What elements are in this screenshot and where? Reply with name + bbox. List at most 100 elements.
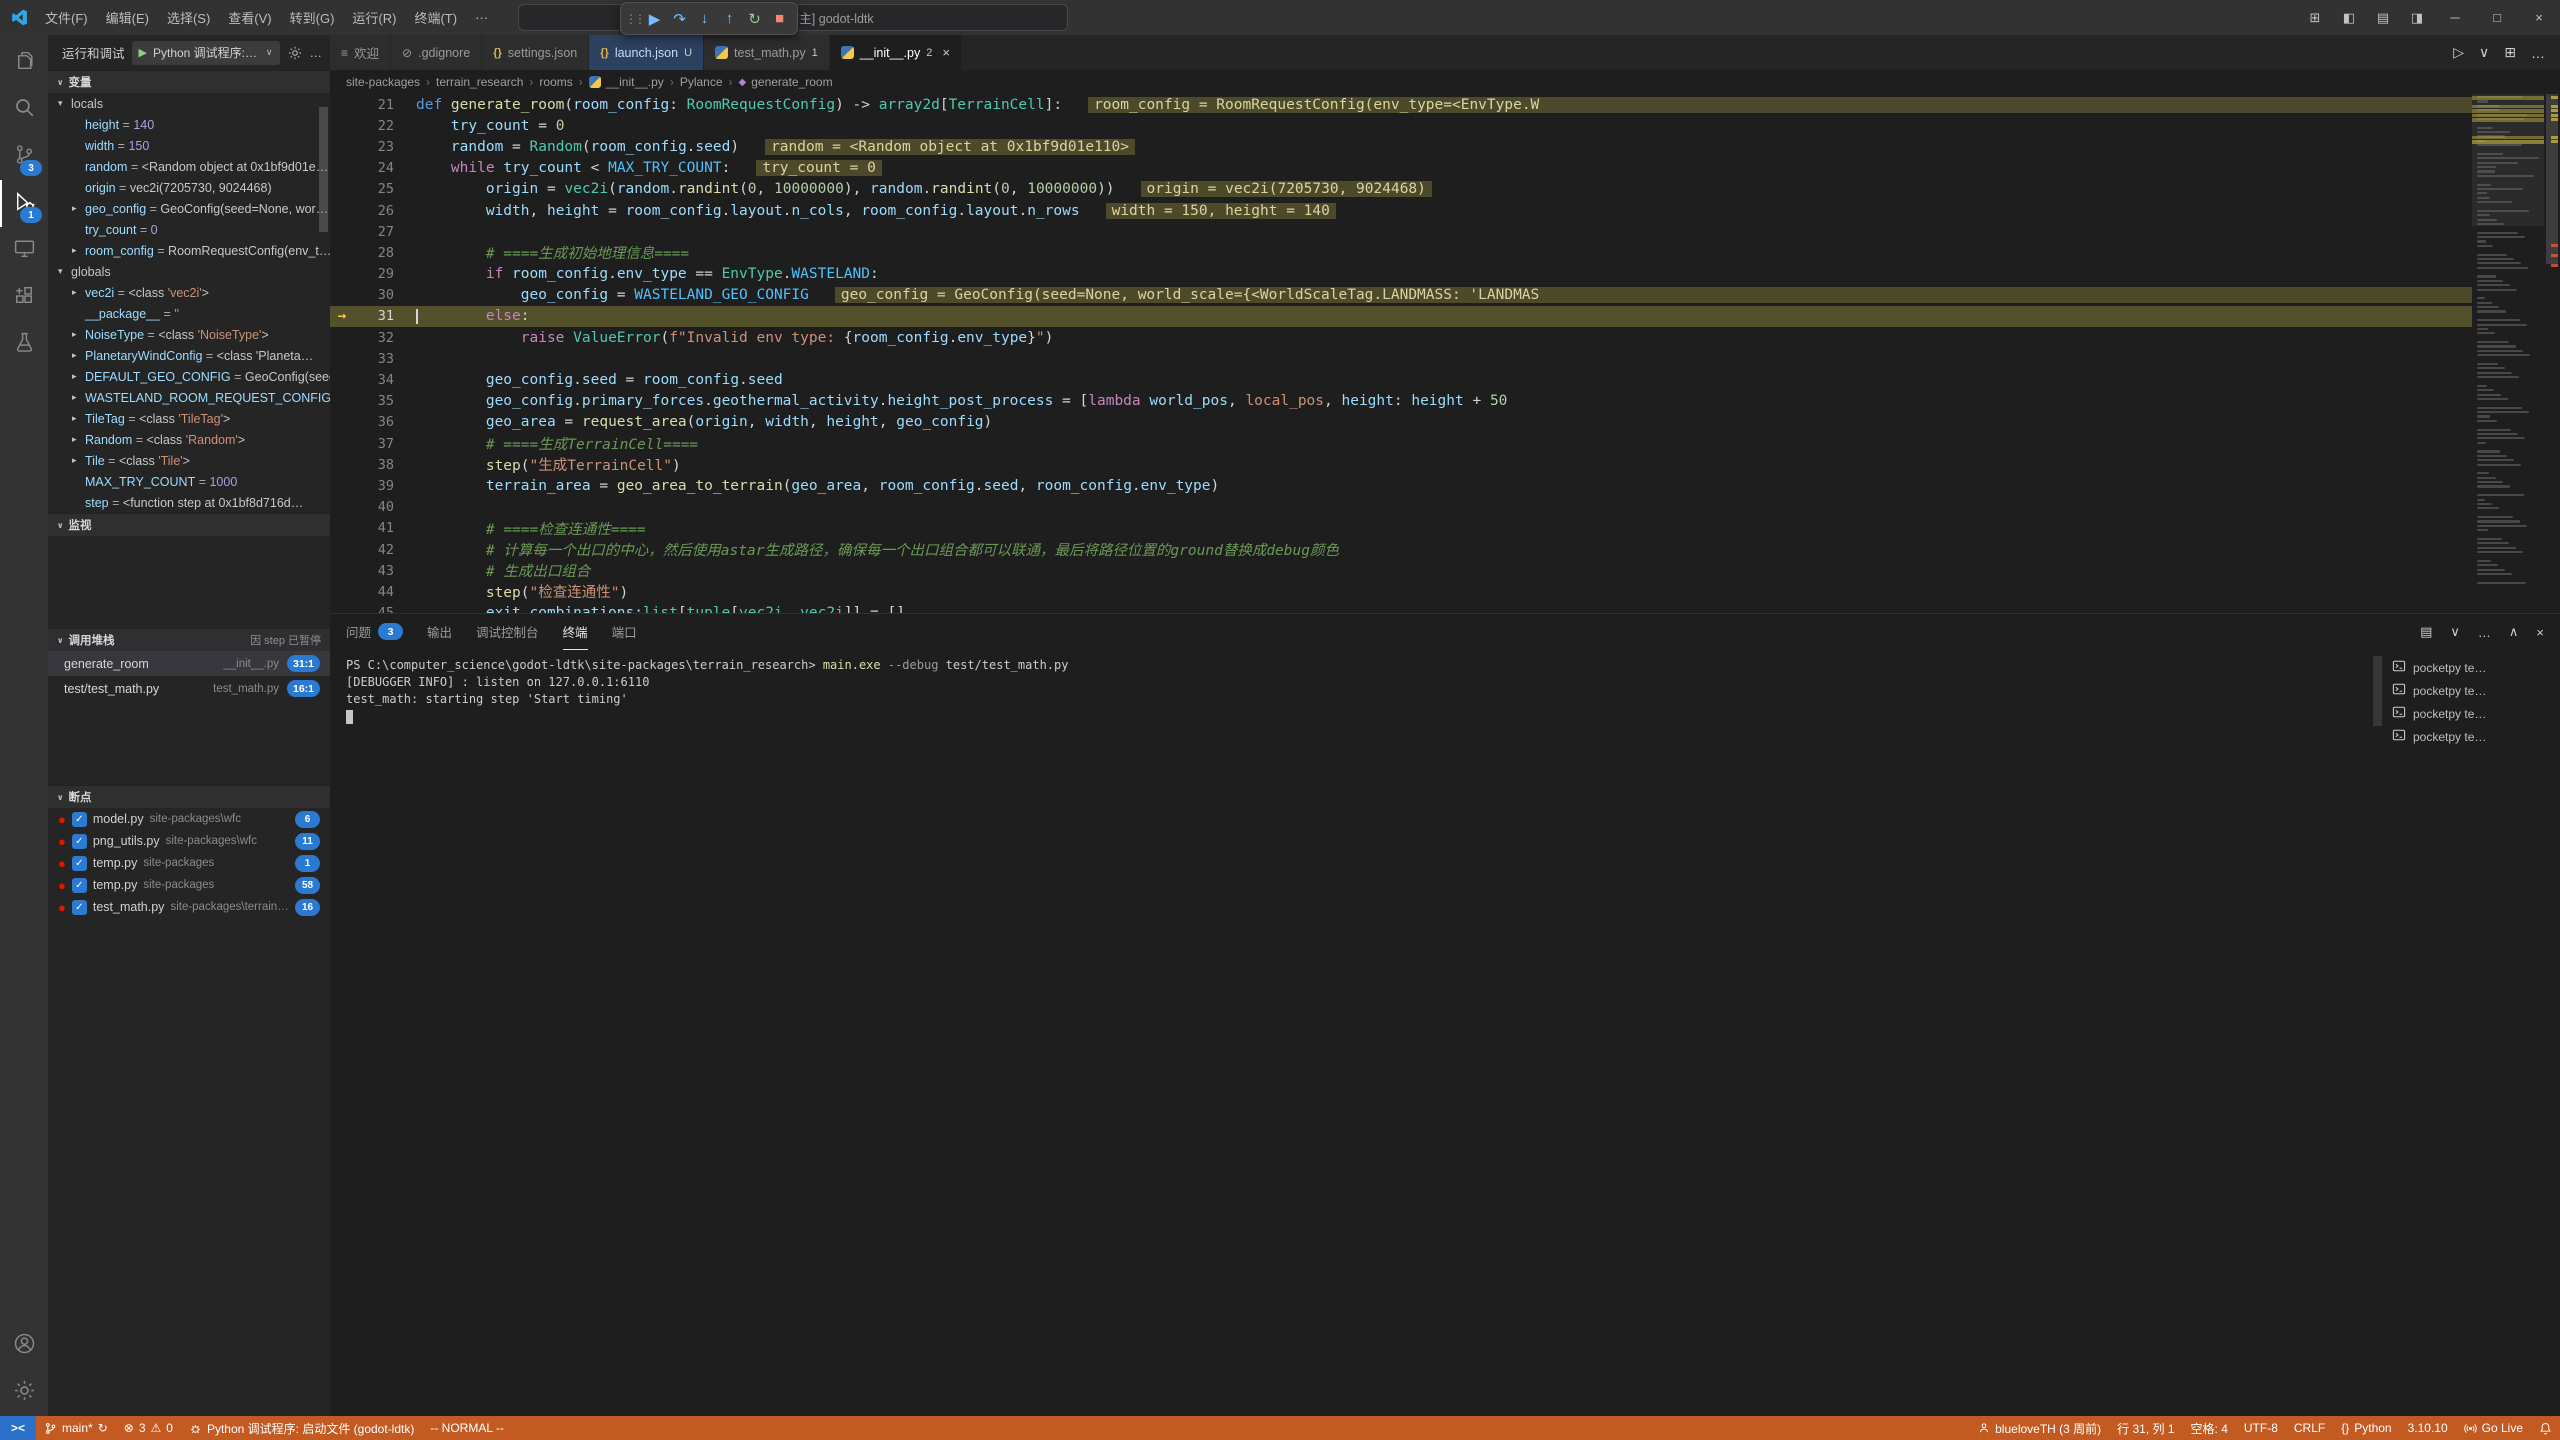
code-area[interactable]: 21def generate_room(room_config: RoomReq… bbox=[330, 94, 2472, 613]
overview-ruler[interactable] bbox=[2544, 94, 2560, 613]
go-live[interactable]: Go Live bbox=[2456, 1416, 2531, 1440]
breakpoint-row[interactable]: ●✓test_math.pysite-packages\terrain_res…… bbox=[48, 896, 330, 918]
panel-tab[interactable]: 终端 bbox=[563, 614, 588, 650]
breadcrumb-item[interactable]: site-packages bbox=[346, 75, 420, 89]
start-debugging-icon[interactable]: ▶ bbox=[139, 46, 147, 59]
eol[interactable]: CRLF bbox=[2286, 1416, 2333, 1440]
code-line[interactable]: 40 bbox=[330, 497, 2472, 518]
step-out-button[interactable]: ↑ bbox=[717, 6, 742, 31]
variable-row[interactable]: ▸geo_config = GeoConfig(seed=None, wor… bbox=[48, 198, 330, 219]
editor-tab[interactable]: {}settings.json bbox=[482, 35, 589, 70]
breakpoint-row[interactable]: ●✓png_utils.pysite-packages\wfc11 bbox=[48, 830, 330, 852]
menu-item[interactable]: ··· bbox=[466, 6, 497, 29]
variable-row[interactable]: origin = vec2i(7205730, 9024468) bbox=[48, 177, 330, 198]
step-into-button[interactable]: ↓ bbox=[692, 6, 717, 31]
code-line[interactable]: 36 geo_area = request_area(origin, width… bbox=[330, 412, 2472, 433]
debug-more-icon[interactable]: … bbox=[310, 46, 323, 60]
terminal-list-item[interactable]: pocketpy te… bbox=[2392, 702, 2544, 725]
code-line[interactable]: 38 step("生成TerrainCell") bbox=[330, 454, 2472, 475]
customize-layout-icon[interactable]: ⊞ bbox=[2298, 0, 2332, 35]
activity-remote-explorer[interactable] bbox=[0, 227, 48, 274]
code-line[interactable]: 32 raise ValueError(f"Invalid env type: … bbox=[330, 327, 2472, 348]
cursor-position[interactable]: 行 31, 列 1 bbox=[2109, 1416, 2182, 1440]
restart-button[interactable]: ↻ bbox=[742, 6, 767, 31]
breakpoint-checkbox[interactable]: ✓ bbox=[72, 812, 87, 827]
git-blame[interactable]: blueloveTH (3 周前) bbox=[1970, 1416, 2109, 1440]
menu-item[interactable]: 文件(F) bbox=[36, 4, 97, 31]
restore-button[interactable]: □ bbox=[2476, 0, 2518, 35]
vim-mode[interactable]: -- NORMAL -- bbox=[422, 1416, 512, 1440]
minimap[interactable] bbox=[2472, 94, 2544, 613]
editor-tab[interactable]: test_math.py1 bbox=[704, 35, 830, 70]
panel-more-button[interactable]: … bbox=[2478, 625, 2491, 640]
code-line[interactable]: 39 terrain_area = geo_area_to_terrain(ge… bbox=[330, 475, 2472, 496]
variable-row[interactable]: random = <Random object at 0x1bf9d01e… bbox=[48, 156, 330, 177]
breakpoints-section-header[interactable]: ∨断点 bbox=[48, 785, 330, 808]
code-line[interactable]: 35 geo_config.primary_forces.geothermal_… bbox=[330, 391, 2472, 412]
language-mode[interactable]: {}Python bbox=[2333, 1416, 2399, 1440]
variable-row[interactable]: ▸vec2i = <class 'vec2i'> bbox=[48, 282, 330, 303]
menu-item[interactable]: 运行(R) bbox=[343, 4, 405, 31]
notifications[interactable] bbox=[2531, 1416, 2560, 1440]
code-line[interactable]: 26 width, height = room_config.layout.n_… bbox=[330, 200, 2472, 221]
breakpoint-checkbox[interactable]: ✓ bbox=[72, 834, 87, 849]
breakpoint-checkbox[interactable]: ✓ bbox=[72, 900, 87, 915]
code-line[interactable]: 34 geo_config.seed = room_config.seed bbox=[330, 369, 2472, 390]
problems[interactable]: ⊗3⚠0 bbox=[116, 1416, 181, 1440]
activity-explorer[interactable] bbox=[0, 39, 48, 86]
code-line[interactable]: 29 if room_config.env_type == EnvType.WA… bbox=[330, 264, 2472, 285]
activity-run-and-debug[interactable]: 1 bbox=[0, 180, 48, 227]
activity-source-control[interactable]: 3 bbox=[0, 133, 48, 180]
variable-row[interactable]: try_count = 0 bbox=[48, 219, 330, 240]
variable-scope-row[interactable]: ▾locals bbox=[48, 93, 330, 114]
variable-row[interactable]: MAX_TRY_COUNT = 1000 bbox=[48, 471, 330, 492]
breadcrumb-item[interactable]: ◆generate_room bbox=[739, 75, 833, 89]
activity-manage[interactable] bbox=[0, 1369, 48, 1416]
variable-row[interactable]: ▸Random = <class 'Random'> bbox=[48, 429, 330, 450]
code-line[interactable]: 42 # 计算每一个出口的中心，然后使用astar生成路径，确保每一个出口组合都… bbox=[330, 539, 2472, 560]
minimize-button[interactable]: ─ bbox=[2434, 0, 2476, 35]
menu-item[interactable]: 编辑(E) bbox=[97, 4, 158, 31]
code-line[interactable]: 33 bbox=[330, 348, 2472, 369]
close-button[interactable]: × bbox=[2518, 0, 2560, 35]
breadcrumb-item[interactable]: __init__.py bbox=[589, 75, 664, 89]
code-line[interactable]: 45 exit_combinations:list[tuple[vec2i, v… bbox=[330, 603, 2472, 614]
variable-row[interactable]: ▸WASTELAND_ROOM_REQUEST_CONFIG = RoomR… bbox=[48, 387, 330, 408]
editor-tab[interactable]: ⊘.gdignore bbox=[391, 35, 482, 70]
breakpoint-checkbox[interactable]: ✓ bbox=[72, 878, 87, 893]
toggle-panel-icon[interactable]: ▤ bbox=[2366, 0, 2400, 35]
terminal-output[interactable]: PS C:\computer_science\godot-ldtk\site-p… bbox=[330, 650, 2560, 729]
menu-item[interactable]: 终端(T) bbox=[405, 4, 466, 31]
menu-item[interactable]: 转到(G) bbox=[281, 4, 344, 31]
breadcrumb-item[interactable]: rooms bbox=[539, 75, 572, 89]
continue-button[interactable]: ▶ bbox=[642, 6, 667, 31]
editor-tab[interactable]: ≡欢迎 bbox=[330, 35, 391, 70]
run-file-button[interactable]: ▷ bbox=[2453, 44, 2464, 61]
variable-row[interactable]: ▸room_config = RoomRequestConfig(env_t… bbox=[48, 240, 330, 261]
code-line[interactable]: 23 random = Random(room_config.seed)rand… bbox=[330, 136, 2472, 157]
stack-frame[interactable]: generate_room__init__.py31:1 bbox=[48, 651, 330, 676]
variable-row[interactable]: ▸NoiseType = <class 'NoiseType'> bbox=[48, 324, 330, 345]
split-editor-button[interactable]: ⊞ bbox=[2504, 44, 2516, 61]
close-icon[interactable]: × bbox=[942, 45, 950, 60]
code-line[interactable]: 24 while try_count < MAX_TRY_COUNT:try_c… bbox=[330, 158, 2472, 179]
panel-maximize-button[interactable]: ∧ bbox=[2509, 624, 2519, 640]
debug-target[interactable]: Python 调试程序: 启动文件 (godot-ldtk) bbox=[181, 1416, 422, 1440]
menu-item[interactable]: 查看(V) bbox=[219, 4, 280, 31]
step-over-button[interactable]: ↷ bbox=[667, 6, 692, 31]
code-line[interactable]: 30 geo_config = WASTELAND_GEO_CONFIGgeo_… bbox=[330, 285, 2472, 306]
code-line[interactable]: 41 # ====检查连通性==== bbox=[330, 518, 2472, 539]
activity-extensions[interactable] bbox=[0, 274, 48, 321]
breadcrumb-item[interactable]: terrain_research bbox=[436, 75, 523, 89]
code-line[interactable]: 28 # ====生成初始地理信息==== bbox=[330, 242, 2472, 263]
code-line[interactable]: 37 # ====生成TerrainCell==== bbox=[330, 433, 2472, 454]
toggle-secondary-sidebar-icon[interactable]: ◨ bbox=[2400, 0, 2434, 35]
callstack-section-header[interactable]: ∨调用堆栈因 step 已暂停 bbox=[48, 628, 330, 651]
stack-frame[interactable]: test/test_math.pytest_math.py16:1 bbox=[48, 676, 330, 701]
variable-row[interactable]: ▸TileTag = <class 'TileTag'> bbox=[48, 408, 330, 429]
terminal-list-item[interactable]: pocketpy te… bbox=[2392, 679, 2544, 702]
watch-section-header[interactable]: ∨监视 bbox=[48, 513, 330, 536]
variable-row[interactable]: width = 150 bbox=[48, 135, 330, 156]
terminal-views-dropdown[interactable]: ∨ bbox=[2450, 624, 2460, 640]
panel-tab[interactable]: 端口 bbox=[612, 614, 637, 650]
